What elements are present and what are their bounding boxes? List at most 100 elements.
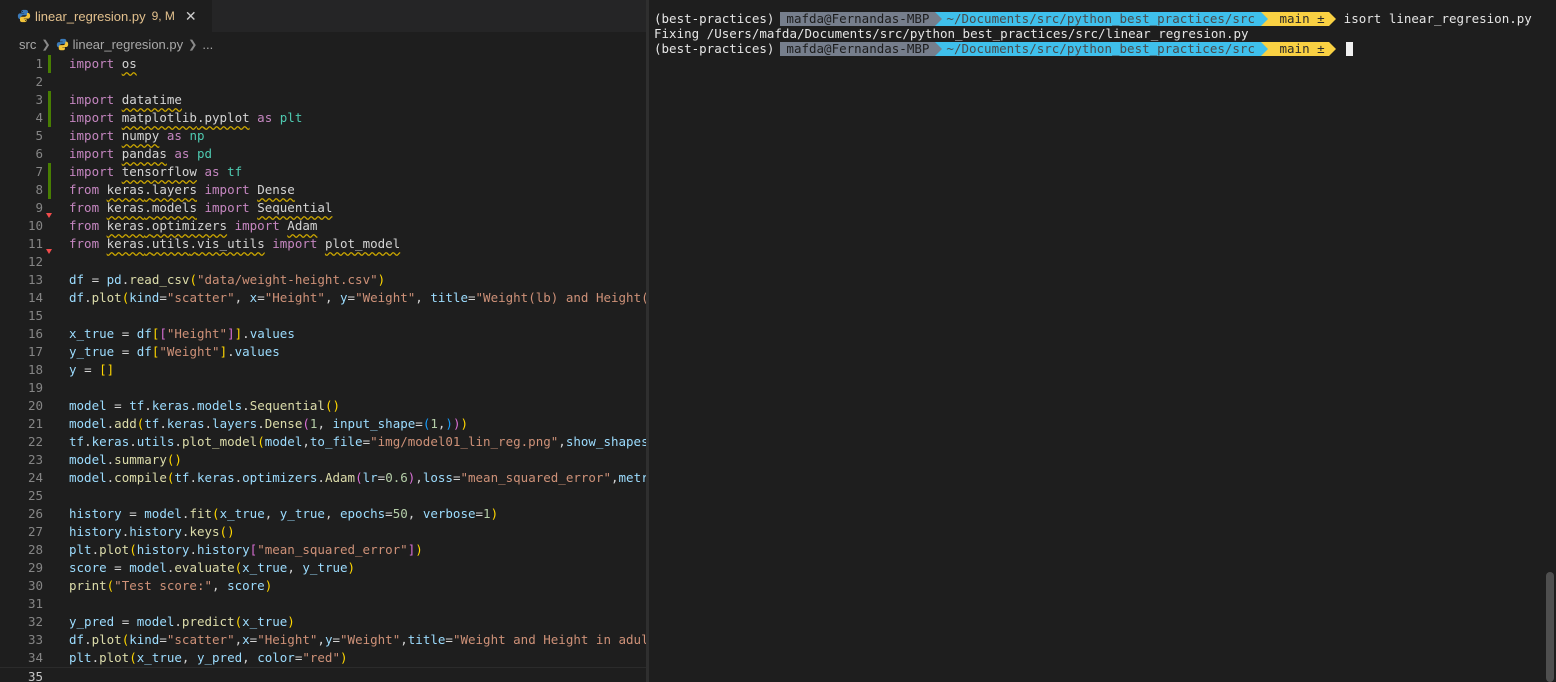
terminal-cursor[interactable] <box>1345 41 1353 56</box>
line-number[interactable]: 9 <box>0 199 43 217</box>
code-line[interactable]: 4 import matplotlib.pyplot as plt <box>0 109 646 127</box>
editor-tab-linear-regresion[interactable]: linear_regresion.py 9, M ✕ <box>0 0 212 32</box>
breadcrumb-symbols[interactable]: ... <box>202 37 213 52</box>
line-number[interactable]: 20 <box>0 397 43 415</box>
code-text: df = pd.read_csv("data/weight-height.csv… <box>69 272 386 287</box>
line-number[interactable]: 28 <box>0 541 43 559</box>
breadcrumb-folder[interactable]: src <box>19 37 36 52</box>
code-line[interactable]: 35 <box>0 667 646 682</box>
code-line[interactable]: 33 df.plot(kind="scatter",x="Height",y="W… <box>0 631 646 649</box>
line-number[interactable]: 13 <box>0 271 43 289</box>
code-line[interactable]: 24 model.compile(tf.keras.optimizers.Adam… <box>0 469 646 487</box>
line-number[interactable]: 5 <box>0 127 43 145</box>
line-number[interactable]: 16 <box>0 325 43 343</box>
code-line[interactable]: 23 model.summary() <box>0 451 646 469</box>
code-line[interactable]: 25 <box>0 487 646 505</box>
line-number[interactable]: 31 <box>0 595 43 613</box>
line-number[interactable]: 22 <box>0 433 43 451</box>
code-line[interactable]: 17 y_true = df["Weight"].values <box>0 343 646 361</box>
line-number[interactable]: 25 <box>0 487 43 505</box>
breadcrumb: src ❯ linear_regresion.py ❯ ... <box>0 32 646 56</box>
line-number[interactable]: 4 <box>0 109 43 127</box>
code-line[interactable]: 28 plt.plot(history.history["mean_squared… <box>0 541 646 559</box>
line-number[interactable]: 19 <box>0 379 43 397</box>
code-line[interactable]: 2 <box>0 73 646 91</box>
terminal-scrollbar[interactable] <box>1546 572 1554 682</box>
line-number[interactable]: 26 <box>0 505 43 523</box>
python-file-icon <box>17 9 31 23</box>
line-number[interactable]: 7 <box>0 163 43 181</box>
code-line[interactable]: 15 <box>0 307 646 325</box>
terminal-pane[interactable]: (best-practices) mafda@Fernandas-MBP ~/D… <box>649 0 1556 682</box>
tab-close-icon[interactable]: ✕ <box>185 8 197 25</box>
code-line[interactable]: 30 print("Test score:", score) <box>0 577 646 595</box>
code-line[interactable]: 10 from keras.optimizers import Adam <box>0 217 646 235</box>
code-line[interactable]: 13 df = pd.read_csv("data/weight-height.c… <box>0 271 646 289</box>
code-line[interactable]: 14 df.plot(kind="scatter", x="Height", y=… <box>0 289 646 307</box>
code-line[interactable]: 32 y_pred = model.predict(x_true) <box>0 613 646 631</box>
code-text: print("Test score:", score) <box>69 578 273 593</box>
code-line[interactable]: 8 from keras.layers import Dense <box>0 181 646 199</box>
line-number[interactable]: 2 <box>0 73 43 91</box>
tab-filename: linear_regresion.py <box>35 8 146 24</box>
git-added-marker[interactable] <box>48 181 51 199</box>
code-line[interactable]: 22 tf.keras.utils.plot_model(model,to_fil… <box>0 433 646 451</box>
code-text: from keras.layers import Dense <box>69 182 295 197</box>
breadcrumb-file[interactable]: linear_regresion.py <box>73 37 184 52</box>
git-added-marker[interactable] <box>48 91 51 109</box>
line-number[interactable]: 21 <box>0 415 43 433</box>
prompt-env: (best-practices) <box>654 41 775 56</box>
code-text: from keras.optimizers import Adam <box>69 218 318 233</box>
line-number[interactable]: 11 <box>0 235 43 253</box>
code-line[interactable]: 18 y = [] <box>0 361 646 379</box>
code-line[interactable]: 29 score = model.evaluate(x_true, y_true) <box>0 559 646 577</box>
line-number[interactable]: 23 <box>0 451 43 469</box>
code-line[interactable]: 5 import numpy as np <box>0 127 646 145</box>
prompt-user: mafda@Fernandas-MBP <box>780 41 936 56</box>
code-line[interactable]: 20 model = tf.keras.models.Sequential() <box>0 397 646 415</box>
code-line[interactable]: 12 <box>0 253 646 271</box>
chevron-right-icon: ❯ <box>41 38 51 51</box>
line-number[interactable]: 33 <box>0 631 43 649</box>
line-number[interactable]: 8 <box>0 181 43 199</box>
line-number[interactable]: 27 <box>0 523 43 541</box>
code-line[interactable]: 19 <box>0 379 646 397</box>
prompt-arrow-icon <box>1260 11 1268 26</box>
code-line[interactable]: 34 plt.plot(x_true, y_pred, color="red") <box>0 649 646 667</box>
code-text: import matplotlib.pyplot as plt <box>69 110 303 125</box>
line-number[interactable]: 35 <box>0 668 43 682</box>
code-line[interactable]: 1 import os <box>0 55 646 73</box>
code-line[interactable]: 7 import tensorflow as tf <box>0 163 646 181</box>
code-text: df.plot(kind="scatter", x="Height", y="W… <box>69 290 646 305</box>
line-number[interactable]: 24 <box>0 469 43 487</box>
git-added-marker[interactable] <box>48 55 51 73</box>
code-line[interactable]: 21 model.add(tf.keras.layers.Dense(1, inp… <box>0 415 646 433</box>
line-number[interactable]: 1 <box>0 55 43 73</box>
line-number[interactable]: 3 <box>0 91 43 109</box>
line-number[interactable]: 6 <box>0 145 43 163</box>
line-number[interactable]: 14 <box>0 289 43 307</box>
chevron-right-icon: ❯ <box>188 38 198 51</box>
code-line[interactable]: 16 x_true = df[["Height"]].values <box>0 325 646 343</box>
line-number[interactable]: 12 <box>0 253 43 271</box>
git-added-marker[interactable] <box>48 109 51 127</box>
code-area[interactable]: 1 import os 2 3 import datatime 4 import matpl… <box>0 55 646 682</box>
code-line[interactable]: 31 <box>0 595 646 613</box>
line-number[interactable]: 32 <box>0 613 43 631</box>
line-number[interactable]: 30 <box>0 577 43 595</box>
line-number[interactable]: 17 <box>0 343 43 361</box>
line-number[interactable]: 18 <box>0 361 43 379</box>
git-added-marker[interactable] <box>48 163 51 181</box>
code-line[interactable]: 6 import pandas as pd <box>0 145 646 163</box>
code-line[interactable]: 27 history.history.keys() <box>0 523 646 541</box>
code-line[interactable]: 9 from keras.models import Sequential <box>0 199 646 218</box>
code-line[interactable]: 3 import datatime <box>0 91 646 109</box>
code-line[interactable]: 11 from keras.utils.vis_utils import plot… <box>0 235 646 254</box>
editor-pane[interactable]: linear_regresion.py 9, M ✕ src ❯ linear_… <box>0 0 646 682</box>
line-number[interactable]: 34 <box>0 649 43 667</box>
line-number[interactable]: 10 <box>0 217 43 235</box>
line-number[interactable]: 29 <box>0 559 43 577</box>
code-text: y_pred = model.predict(x_true) <box>69 614 295 629</box>
line-number[interactable]: 15 <box>0 307 43 325</box>
code-line[interactable]: 26 history = model.fit(x_true, y_true, ep… <box>0 505 646 523</box>
